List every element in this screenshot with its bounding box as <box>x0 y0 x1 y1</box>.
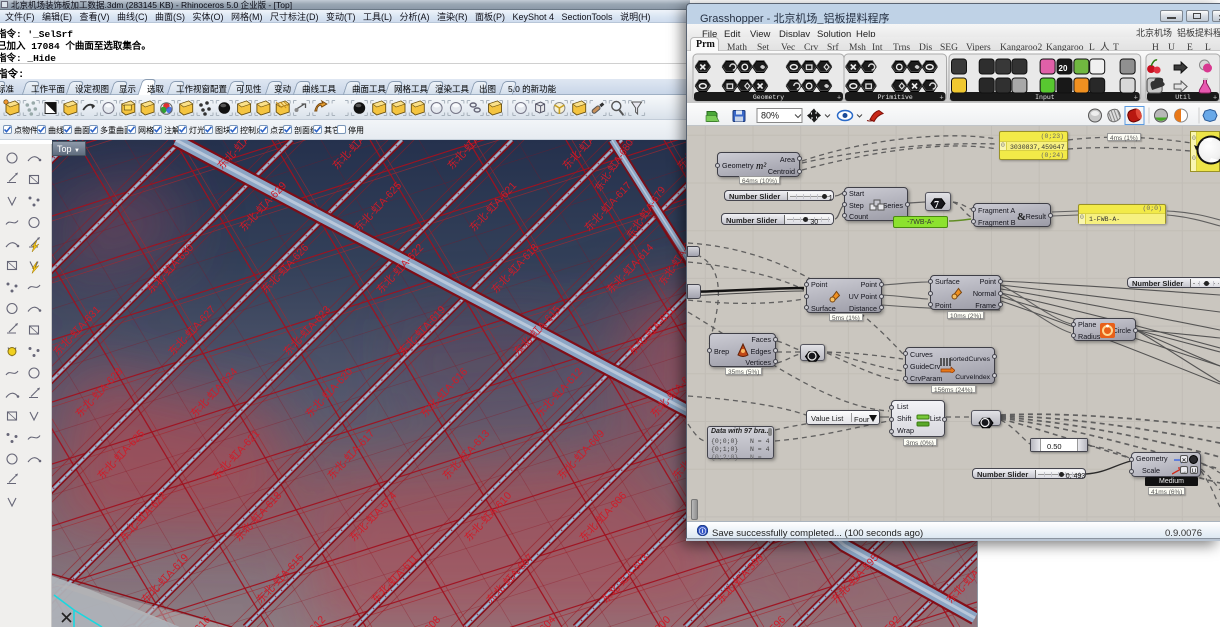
svg-text:7: 7 <box>934 200 939 211</box>
svg-text:m²: m² <box>756 161 767 172</box>
svg-text:Geometry: Geometry <box>753 94 784 101</box>
svg-text:80%: 80% <box>761 111 779 121</box>
svg-text:&: & <box>1017 211 1026 222</box>
svg-text:+: + <box>837 93 841 103</box>
svg-text:ⓘ: ⓘ <box>699 527 706 537</box>
svg-text:20: 20 <box>1059 63 1068 74</box>
svg-text:+: + <box>1213 93 1217 103</box>
svg-text:Primitive: Primitive <box>878 94 913 101</box>
svg-text:Util: Util <box>1175 94 1191 101</box>
svg-text:+: + <box>940 93 944 103</box>
svg-text:Input: Input <box>1035 94 1055 101</box>
svg-text:+: + <box>1134 93 1138 103</box>
